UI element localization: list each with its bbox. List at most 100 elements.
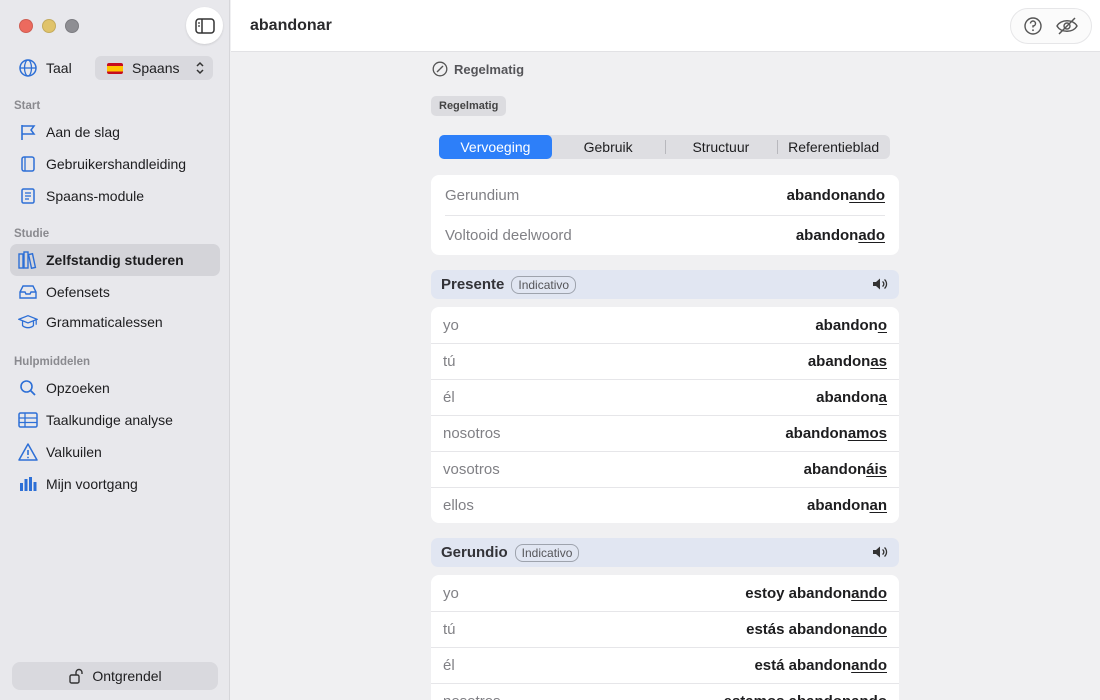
prefix: estamos: [724, 693, 789, 700]
close-window-button[interactable]: [19, 19, 33, 33]
sidebar-item-mijn-voortgang[interactable]: Mijn voortgang: [10, 468, 220, 500]
conjugated-form: estás abandonando: [746, 621, 887, 638]
warning-icon: [18, 442, 38, 462]
verb-forms-card: Gerundium abandonando Voltooid deelwoord…: [431, 175, 899, 255]
pronoun: tú: [443, 621, 456, 638]
sidebar-item-taalkundige-analyse[interactable]: Taalkundige analyse: [10, 404, 220, 436]
list-item: Gerundium abandonando: [445, 175, 885, 215]
toolbar-actions: [1010, 8, 1092, 44]
sidebar-item-zelfstandig-studeren[interactable]: Zelfstandig studeren: [10, 244, 220, 276]
tense-header-presente: Presente Indicativo: [431, 270, 899, 299]
speaker-icon: [873, 278, 888, 290]
prefix: estoy: [745, 584, 789, 602]
zoom-window-button[interactable]: [65, 19, 79, 33]
sidebar-item-oefensets[interactable]: Oefensets: [10, 276, 220, 308]
conjugated-form: estamos abandonando: [724, 693, 887, 700]
language-row: Taal Spaans: [18, 56, 213, 80]
stem: abandon: [786, 186, 850, 204]
sidebar-icon: [194, 17, 215, 34]
toggle-sidebar-button[interactable]: [186, 7, 223, 44]
language-label: Taal: [46, 60, 72, 76]
conjugation-table-gerundio: yo estoy abandonando tú estás abandonando …: [431, 575, 899, 700]
tense-name: Presente: [441, 276, 505, 293]
play-audio-button[interactable]: [872, 545, 888, 559]
tense-name: Gerundio: [441, 544, 508, 561]
tab-structuur[interactable]: Structuur: [664, 135, 778, 159]
tab-gebruik[interactable]: Gebruik: [552, 135, 665, 159]
unlock-label: Ontgrendel: [92, 668, 162, 684]
ending: an: [869, 497, 887, 514]
sidebar-item-label: Taalkundige analyse: [46, 412, 173, 428]
tab-vervoeging[interactable]: Vervoeging: [439, 135, 552, 159]
prefix: estás: [746, 621, 789, 638]
view-tabs: Vervoeging Gebruik Structuur Referentieb…: [439, 135, 890, 159]
hide-button[interactable]: [1055, 16, 1079, 36]
ending: ando: [851, 657, 887, 674]
sidebar-item-label: Oefensets: [46, 284, 110, 300]
ending: ando: [851, 693, 887, 700]
sidebar-item-label: Mijn voortgang: [46, 476, 138, 492]
stem: abandon: [803, 461, 867, 478]
unlock-icon: [68, 668, 84, 684]
stem: abandon: [807, 353, 871, 370]
conjugated-form: abandonáis: [804, 461, 887, 478]
section-label-hulpmiddelen: Hulpmiddelen: [14, 356, 91, 368]
play-audio-button[interactable]: [872, 277, 888, 291]
bar-chart-icon: [18, 474, 38, 494]
verb-type-chip: Regelmatig: [431, 96, 507, 116]
section-label-start: Start: [14, 100, 41, 112]
table-row: tú estás abandonando: [431, 611, 899, 647]
conjugated-form: abandonamos: [785, 425, 887, 442]
ending: ando: [849, 186, 885, 204]
main-content: Regelmatig Regelmatig Vervoeging Gebruik…: [231, 53, 1100, 700]
ending: a: [878, 389, 887, 406]
ending: ado: [858, 227, 885, 244]
page-title: abandonar: [250, 17, 332, 34]
table-icon: [18, 410, 38, 430]
tense-header-gerundio: Gerundio Indicativo: [431, 538, 899, 567]
help-button[interactable]: [1023, 16, 1043, 36]
tab-referentieblad[interactable]: Referentieblad: [777, 135, 890, 159]
stem: abandon: [806, 497, 870, 514]
sidebar-item-label: Opzoeken: [46, 380, 110, 396]
table-row: yo abandono: [431, 307, 899, 343]
sidebar-item-label: Grammaticalessen: [46, 314, 163, 330]
sidebar-item-valkuilen[interactable]: Valkuilen: [10, 436, 220, 468]
conjugation-table-presente: yo abandono tú abandonas él abandona nosotr…: [431, 307, 899, 523]
sidebar-item-gebruikershandleiding[interactable]: Gebruikershandleiding: [10, 148, 220, 180]
sidebar-item-label: Spaans-module: [46, 188, 145, 204]
stem: abandon: [815, 316, 878, 334]
tray-icon: [18, 282, 38, 302]
table-row: él abandona: [431, 379, 899, 415]
stem: abandon: [788, 657, 852, 674]
stem: abandon: [789, 693, 852, 700]
ending: ando: [851, 621, 887, 638]
sidebar-item-grammaticalessen[interactable]: Grammaticalessen: [10, 306, 220, 338]
magnifier-icon: [18, 378, 38, 398]
table-row: tú abandonas: [431, 343, 899, 379]
table-row: nosotros abandonamos: [431, 415, 899, 451]
spain-flag-icon: [107, 62, 123, 74]
chevron-updown-icon: [196, 61, 204, 75]
flag-icon: [18, 122, 38, 142]
language-select[interactable]: Spaans: [95, 56, 213, 80]
verb-type-heading-text: Regelmatig: [454, 61, 525, 77]
minimize-window-button[interactable]: [42, 19, 56, 33]
sidebar-item-label: Aan de slag: [46, 124, 120, 140]
stem: abandon: [816, 389, 879, 406]
language-value: Spaans: [132, 60, 180, 76]
prefix: está: [754, 657, 789, 674]
sidebar-item-opzoeken[interactable]: Opzoeken: [10, 372, 220, 404]
globe-icon: [18, 58, 38, 78]
ending: as: [870, 353, 887, 370]
sidebar-item-aan-de-slag[interactable]: Aan de slag: [10, 116, 220, 148]
stem: abandon: [788, 584, 852, 602]
help-icon: [1024, 17, 1042, 35]
notebook-icon: [18, 186, 38, 206]
graduation-cap-icon: [18, 312, 38, 332]
speaker-icon: [873, 546, 888, 558]
sidebar-item-spaans-module[interactable]: Spaans-module: [10, 180, 220, 212]
unlock-button[interactable]: Ontgrendel: [12, 662, 218, 690]
toolbar: abandonar: [231, 0, 1100, 52]
sidebar-item-label: Valkuilen: [46, 444, 102, 460]
